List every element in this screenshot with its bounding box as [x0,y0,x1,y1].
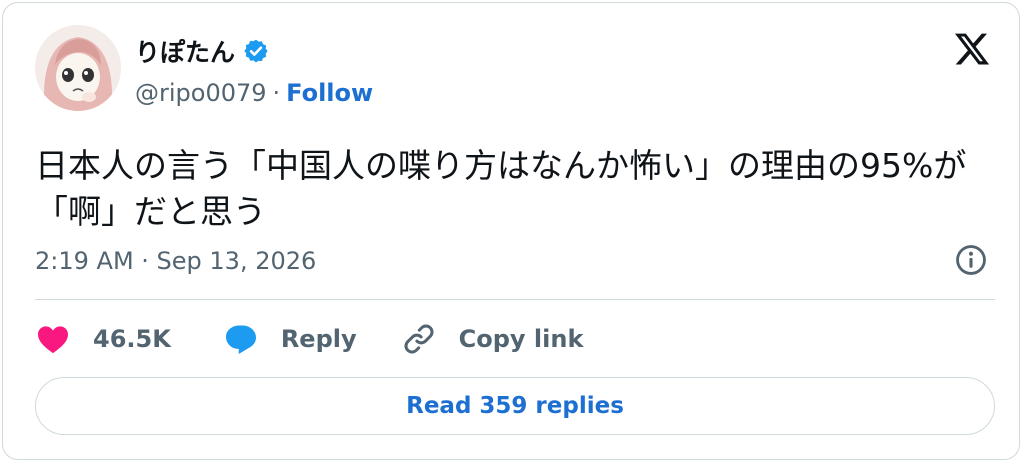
reply-label: Reply [280,325,357,353]
info-icon[interactable] [954,243,988,277]
heart-icon [38,326,68,354]
avatar[interactable] [35,25,121,111]
reply-icon [225,325,256,354]
display-name-row: りぽたん [135,33,269,69]
reply-button[interactable]: Reply [223,321,357,357]
link-icon [404,324,434,354]
display-name[interactable]: りぽたん [135,33,235,69]
action-bar: 46.5K Reply Copy link [35,319,583,359]
tweet-card: りぽたん @ripo0079 · Follow 日本人の言う「中国人の喋り方はな… [2,2,1020,460]
x-logo-icon[interactable] [953,30,991,68]
like-count: 46.5K [93,325,171,353]
like-button[interactable]: 46.5K [35,321,171,357]
read-replies-button[interactable]: Read 359 replies [35,377,995,435]
divider [35,299,995,300]
tweet-timestamp[interactable]: 2:19 AM · Sep 13, 2026 [35,247,316,275]
verified-badge-icon [244,39,268,63]
tweet-text: 日本人の言う「中国人の喋り方はなんか怖い」の理由の95%が「啊」だと思う [35,146,967,231]
user-handle[interactable]: @ripo0079 [135,79,267,107]
copy-link-label: Copy link [458,325,584,353]
read-replies-label: Read 359 replies [406,393,624,419]
handle-row: @ripo0079 · Follow [135,79,373,107]
follow-button[interactable]: Follow [286,79,373,107]
separator-dot: · [272,79,281,107]
avatar-illustration-icon [35,25,121,111]
copy-link-button[interactable]: Copy link [401,321,584,357]
